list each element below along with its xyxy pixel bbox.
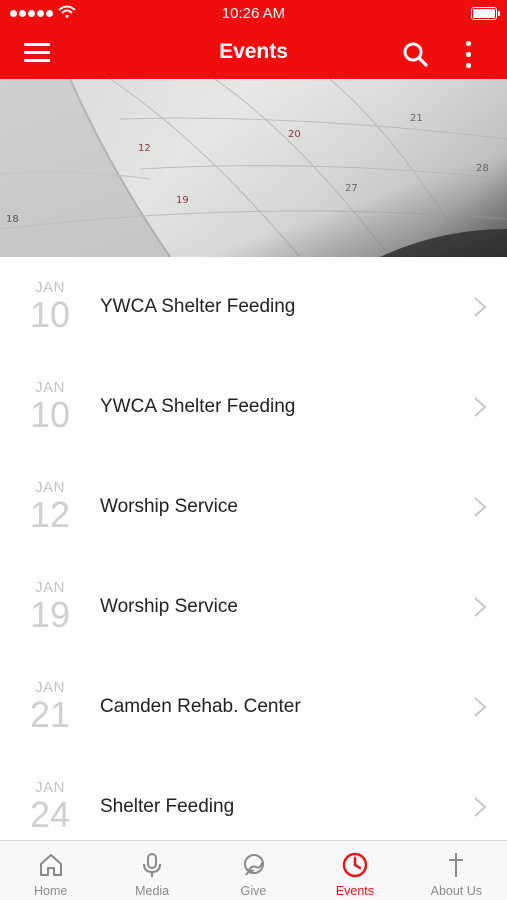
chevron-right-icon [474,697,487,717]
tab-give[interactable]: Give [203,841,304,900]
tab-media[interactable]: Media [101,841,202,900]
tab-label: Events [335,884,375,898]
hero-number: 27 [345,183,358,194]
top-bar: 10:26 AM Events [0,0,507,79]
tab-label: Home [34,884,68,898]
chevron-right-icon [474,797,487,817]
event-row[interactable]: JAN 24 Shelter Feeding [0,757,507,840]
event-title: YWCA Shelter Feeding [100,396,296,417]
hero-number: 19 [176,195,189,206]
event-row[interactable]: JAN 12 Worship Service [0,457,507,558]
nav-bar: Events [0,28,507,79]
hero-calendar-image: 20 21 27 28 18 19 12 [0,79,507,257]
event-title: Shelter Feeding [100,796,235,817]
tab-label: Give [240,884,267,898]
search-icon[interactable] [400,39,430,69]
chevron-right-icon [474,597,487,617]
calendar-photo-illustration: 20 21 27 28 18 19 12 [0,79,507,257]
event-date: JAN 10 [24,279,76,334]
event-title: Camden Rehab. Center [100,696,301,717]
hero-number: 12 [138,143,151,154]
event-day: 10 [29,294,71,335]
clock-icon [342,852,368,878]
event-title: YWCA Shelter Feeding [100,296,296,317]
event-date: JAN 19 [24,579,76,634]
event-day: 10 [29,394,71,435]
hero-number: 20 [288,129,301,140]
hero-number: 18 [6,214,19,225]
chevron-right-icon [474,297,487,317]
microphone-icon [143,853,162,877]
home-icon [39,854,62,876]
hero-number: 28 [476,163,489,174]
event-row[interactable]: JAN 21 Camden Rehab. Center [0,657,507,758]
tab-home[interactable]: Home [0,841,101,900]
event-date: JAN 24 [24,779,76,834]
event-row[interactable]: JAN 10 YWCA Shelter Feeding [0,257,507,358]
tab-about-us[interactable]: About Us [406,841,507,900]
status-time: 10:26 AM [221,5,286,22]
event-date: JAN 21 [24,679,76,734]
event-row[interactable]: JAN 19 Worship Service [0,557,507,658]
cross-icon [449,853,464,877]
chevron-right-icon [474,497,487,517]
event-day: 19 [29,594,71,635]
event-day: 21 [29,694,71,735]
status-bar: 10:26 AM [0,0,507,28]
event-date: JAN 10 [24,379,76,434]
event-row[interactable]: JAN 10 YWCA Shelter Feeding [0,357,507,458]
event-day: 12 [29,494,71,535]
hero-number: 21 [410,113,423,124]
events-list: JAN 10 YWCA Shelter Feeding JAN 10 YWCA … [0,257,507,840]
event-date: JAN 12 [24,479,76,534]
page-title: Events [219,40,288,63]
event-day: 24 [29,794,71,835]
tab-label: About Us [430,884,483,898]
tab-events[interactable]: Events [304,841,405,900]
event-title: Worship Service [100,496,238,517]
more-vertical-icon[interactable] [456,38,480,70]
tab-label: Media [135,884,170,898]
event-title: Worship Service [100,596,238,617]
hamburger-menu-icon[interactable] [22,41,54,65]
battery-icon [471,7,500,20]
tab-bar: Home Media Give Events About Us [0,840,507,900]
give-icon [243,854,264,876]
chevron-right-icon [474,397,487,417]
